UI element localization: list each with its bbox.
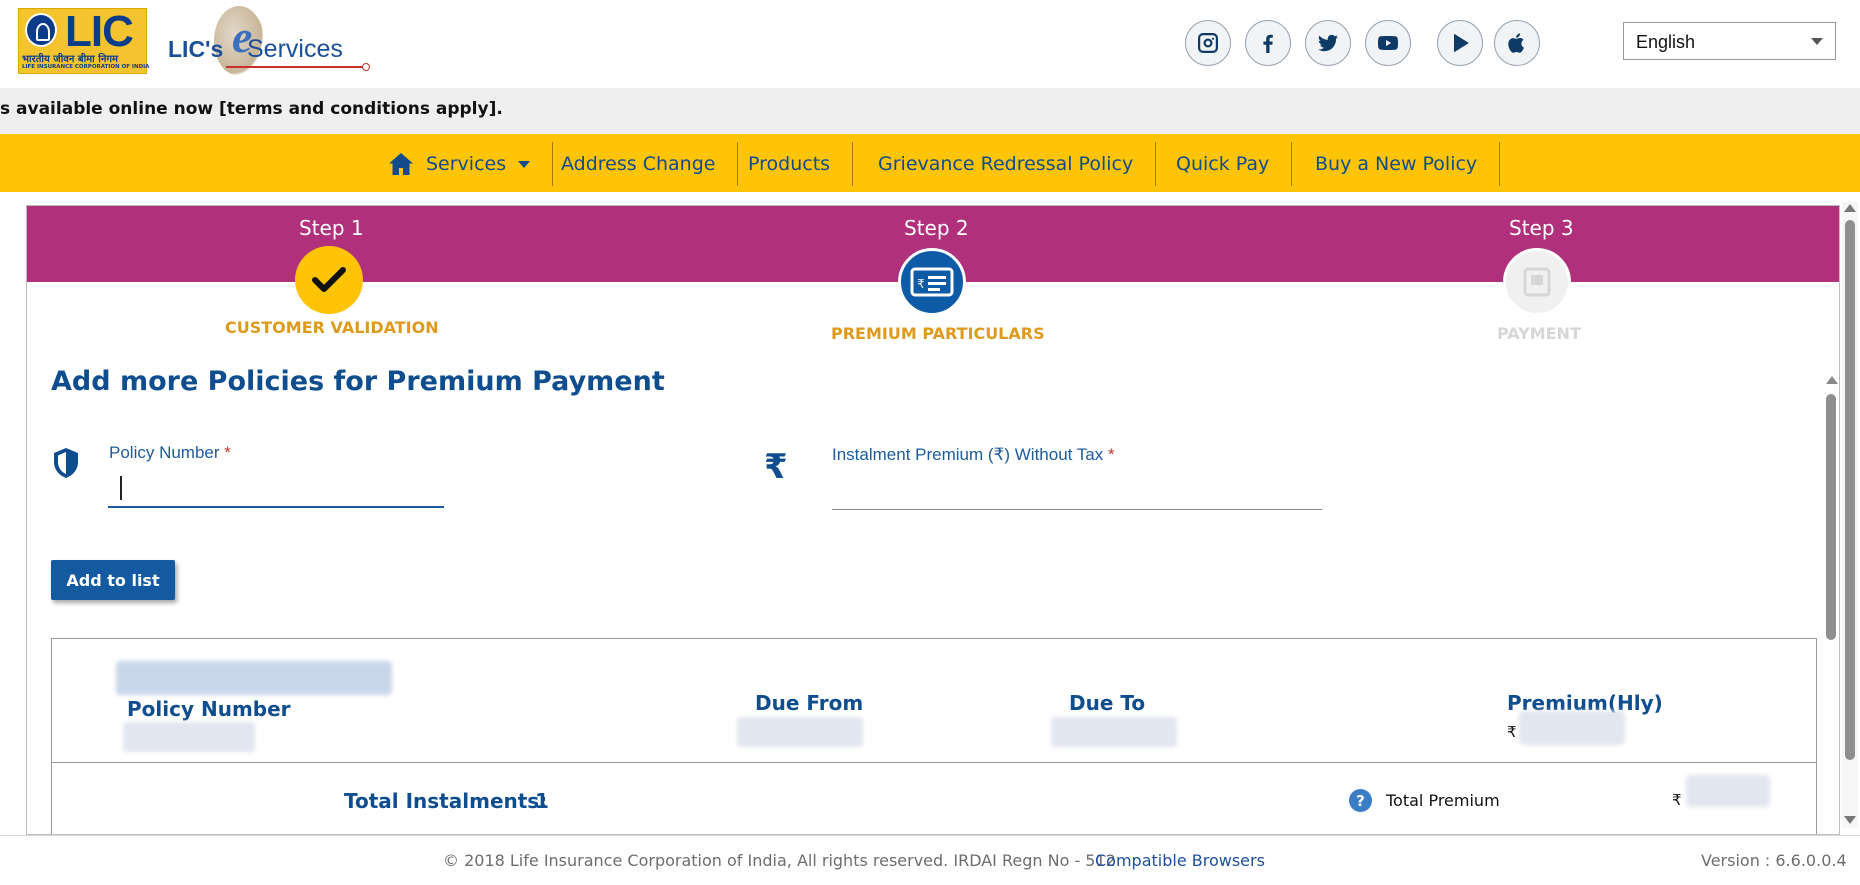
help-icon[interactable]: ?: [1349, 789, 1372, 812]
svg-text:₹: ₹: [764, 448, 788, 482]
column-due-to: Due To: [1069, 691, 1146, 715]
column-policy-number: Policy Number: [127, 697, 291, 721]
step-3-name: PAYMENT: [1497, 324, 1581, 343]
youtube-icon: [1378, 36, 1398, 50]
nav-item-label: Grievance Redressal Policy: [878, 153, 1134, 175]
inner-scroll-thumb[interactable]: [1826, 394, 1836, 640]
scroll-down-icon[interactable]: [1844, 816, 1856, 824]
nav-item-label: Services: [426, 153, 507, 175]
google-play-button[interactable]: [1437, 20, 1483, 66]
instagram-button[interactable]: [1185, 20, 1231, 66]
step-1-label: Step 1: [299, 216, 364, 240]
step-2-circle: ₹: [898, 248, 966, 316]
home-icon: [389, 153, 413, 175]
eservices-word: Services: [247, 35, 343, 63]
premium-rupee-symbol: ₹: [1507, 723, 1517, 741]
instalment-premium-label: Instalment Premium (₹) Without Tax *: [832, 445, 1115, 465]
main-nav: Services Address Change Products Grievan…: [0, 134, 1860, 192]
redacted-total-premium: [1686, 775, 1770, 807]
total-premium-rupee-symbol: ₹: [1672, 791, 1682, 809]
nav-item-label: Quick Pay: [1176, 153, 1270, 175]
scroll-up-icon[interactable]: [1844, 204, 1856, 212]
redacted-policy-name: [116, 661, 392, 695]
step-2-label: Step 2: [904, 216, 969, 240]
step-3-label: Step 3: [1509, 216, 1574, 240]
check-icon: [312, 267, 346, 292]
apple-button[interactable]: [1494, 20, 1540, 66]
lic-logo-text: LIC: [65, 7, 134, 56]
step-3-circle: [1503, 248, 1571, 316]
announcement-strip: s available online now [terms and condit…: [0, 88, 1860, 134]
twitter-button[interactable]: [1305, 20, 1351, 66]
total-premium-label: Total Premium: [1386, 791, 1500, 810]
eservices-logo[interactable]: LIC's e Services: [166, 4, 371, 76]
nav-item-address-change[interactable]: Address Change: [539, 142, 739, 186]
table-row: Policy Number Due From Due To Premium(Hl…: [52, 639, 1816, 763]
google-play-icon: [1454, 34, 1469, 52]
policy-number-input[interactable]: [108, 468, 444, 508]
shield-icon: [54, 448, 78, 478]
instalment-premium-label-text: Instalment Premium (₹) Without Tax: [832, 445, 1104, 464]
language-select[interactable]: English: [1623, 22, 1836, 60]
inner-scrollbar[interactable]: [1824, 376, 1838, 756]
youtube-button[interactable]: [1365, 20, 1411, 66]
facebook-icon: [1263, 34, 1273, 53]
nav-item-services[interactable]: Services: [366, 142, 554, 186]
nav-item-label: Products: [748, 153, 831, 175]
payment-icon: [1523, 267, 1551, 297]
page-scroll-thumb[interactable]: [1845, 220, 1855, 760]
redacted-due-to: [1051, 717, 1177, 747]
policy-number-label: Policy Number *: [109, 443, 231, 463]
nav-item-label: Address Change: [561, 153, 716, 175]
premium-payment-panel: Step 1 Step 2 Step 3 CUSTOMER VALIDATION…: [26, 205, 1840, 835]
svg-text:₹: ₹: [917, 277, 925, 291]
column-due-from: Due From: [755, 691, 864, 715]
instagram-icon: [1198, 33, 1218, 53]
lic-logo-hindi: भारतीय जीवन बीमा निगम: [22, 54, 118, 65]
twitter-icon: [1318, 34, 1338, 52]
premium-card-icon: ₹: [910, 267, 954, 297]
version-text: Version : 6.6.0.0.4: [1701, 851, 1847, 870]
nav-item-quick-pay[interactable]: Quick Pay: [1154, 142, 1293, 186]
redacted-premium: [1519, 711, 1625, 745]
nav-item-buy-new-policy[interactable]: Buy a New Policy: [1293, 142, 1501, 186]
required-mark: *: [1107, 445, 1115, 464]
compatible-browsers-link[interactable]: Compatible Browsers: [1095, 851, 1265, 870]
caret-down-icon: [518, 160, 531, 168]
lic-logo-english: LIFE INSURANCE CORPORATION OF INDIA: [22, 64, 150, 70]
text-cursor: [120, 476, 122, 500]
total-instalments-label: Total Instalments:: [344, 789, 548, 813]
eservices-prefix: LIC's: [168, 36, 224, 62]
lic-emblem-icon: [25, 13, 57, 47]
policy-table: Policy Number Due From Due To Premium(Hl…: [51, 638, 1817, 834]
totals-row: Total Instalments: 1 ? Total Premium ₹: [52, 763, 1816, 827]
eservices-underline: [226, 63, 370, 71]
scroll-up-icon[interactable]: [1826, 376, 1838, 384]
add-to-list-button[interactable]: Add to list: [51, 560, 175, 600]
chevron-down-icon: [1811, 38, 1823, 45]
footer: © 2018 Life Insurance Corporation of Ind…: [0, 835, 1860, 885]
nav-item-label: Buy a New Policy: [1315, 153, 1478, 175]
step-1-circle: [295, 246, 363, 314]
total-instalments-value: 1: [535, 789, 549, 813]
step-2-name: PREMIUM PARTICULARS: [831, 324, 1045, 343]
page-scrollbar[interactable]: [1842, 202, 1858, 828]
page-title: Add more Policies for Premium Payment: [51, 366, 665, 397]
header: LIC भारतीय जीवन बीमा निगम LIFE INSURANCE…: [0, 0, 1860, 88]
required-mark: *: [224, 443, 231, 462]
rupee-icon: ₹: [764, 448, 788, 482]
instalment-premium-input[interactable]: [832, 470, 1322, 510]
language-selected: English: [1636, 32, 1696, 52]
redacted-due-from: [737, 717, 863, 747]
step-1-name: CUSTOMER VALIDATION: [225, 318, 439, 337]
lic-logo[interactable]: LIC भारतीय जीवन बीमा निगम LIFE INSURANCE…: [18, 7, 150, 74]
nav-item-grievance-redressal-policy[interactable]: Grievance Redressal Policy: [856, 142, 1157, 186]
copyright-text: © 2018 Life Insurance Corporation of Ind…: [443, 851, 1116, 870]
announcement-text: s available online now [terms and condit…: [0, 99, 503, 119]
facebook-button[interactable]: [1245, 20, 1291, 66]
redacted-policy-number: [123, 722, 255, 752]
apple-icon: [1508, 33, 1524, 53]
nav-item-products[interactable]: Products: [726, 142, 854, 186]
policy-number-label-text: Policy Number: [109, 443, 220, 462]
